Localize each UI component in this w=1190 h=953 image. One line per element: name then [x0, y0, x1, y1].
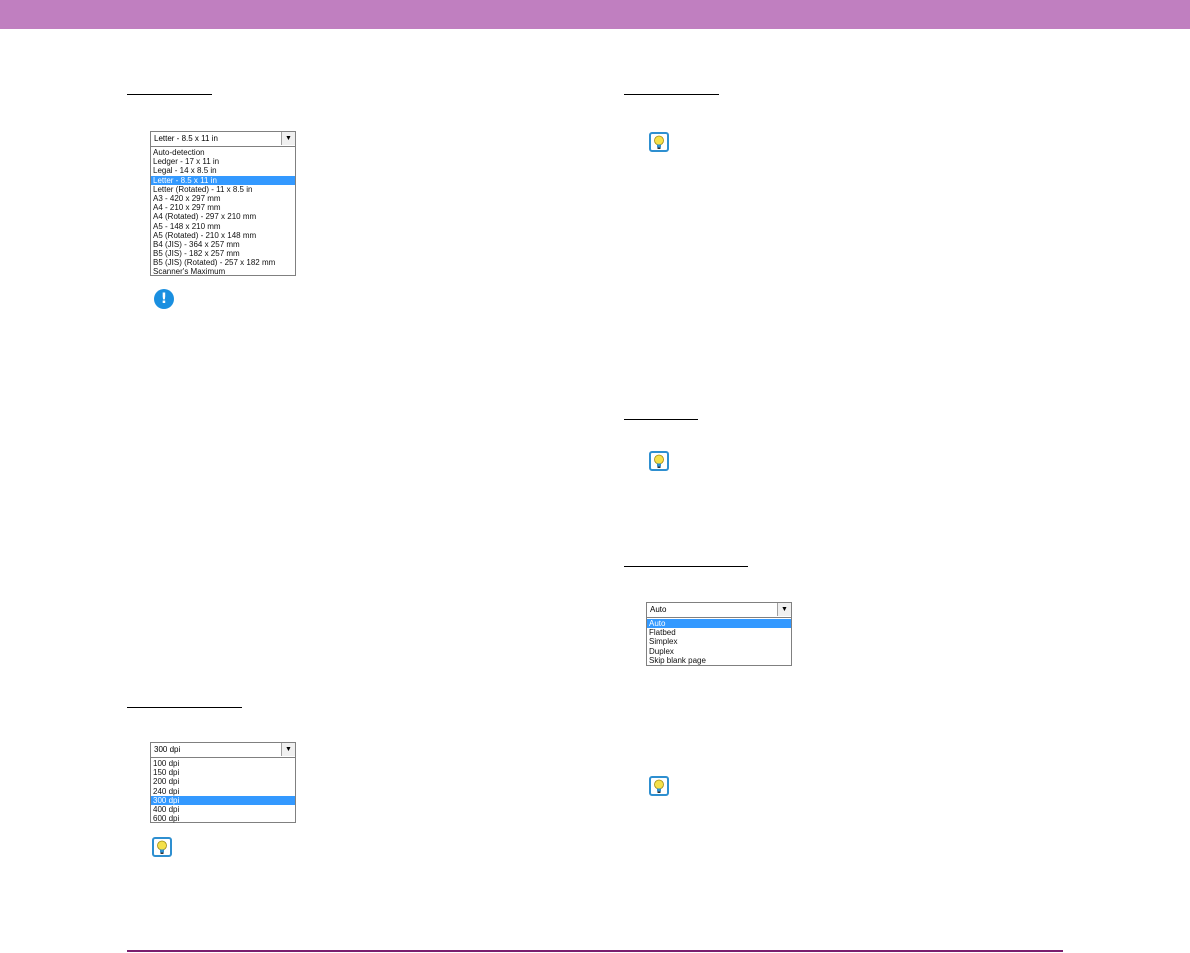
- dropdown-option[interactable]: B5 (JIS) (Rotated) - 257 x 182 mm: [151, 258, 295, 267]
- heading-underline-page-size: [127, 94, 212, 95]
- dropdown-arrow-icon[interactable]: ▼: [281, 743, 295, 756]
- dropdown-option[interactable]: 240 dpi: [151, 787, 295, 796]
- resolution-selected-value: 300 dpi: [154, 745, 181, 754]
- lightbulb-icon: [649, 776, 669, 796]
- dropdown-arrow-icon[interactable]: ▼: [281, 132, 295, 145]
- lightbulb-icon: [152, 837, 172, 857]
- dropdown-option[interactable]: B4 (JIS) - 364 x 257 mm: [151, 240, 295, 249]
- page-size-select[interactable]: Letter - 8.5 x 11 in ▼: [151, 132, 295, 147]
- dropdown-option[interactable]: Legal - 14 x 8.5 in: [151, 166, 295, 175]
- heading-underline-resolution: [127, 707, 242, 708]
- resolution-dropdown[interactable]: 300 dpi ▼ 100 dpi 150 dpi 200 dpi 240 dpi 30…: [150, 742, 296, 823]
- dropdown-option[interactable]: Auto: [647, 619, 791, 629]
- scanning-side-selected-value: Auto: [650, 605, 667, 614]
- page-size-options: Auto-detection Ledger - 17 x 11 in Legal -…: [151, 147, 295, 277]
- heading-underline-right-1: [624, 94, 719, 95]
- dropdown-option[interactable]: Simplex: [647, 637, 791, 646]
- scanning-side-select[interactable]: Auto ▼: [647, 603, 791, 618]
- lightbulb-icon: [649, 132, 669, 152]
- lightbulb-icon: [649, 451, 669, 471]
- dropdown-option[interactable]: A5 (Rotated) - 210 x 148 mm: [151, 231, 295, 240]
- dropdown-option[interactable]: Duplex: [647, 647, 791, 656]
- page-size-dropdown[interactable]: Letter - 8.5 x 11 in ▼ Auto-detection Led…: [150, 131, 296, 276]
- dropdown-option[interactable]: Skip blank page: [647, 656, 791, 665]
- page-size-selected-value: Letter - 8.5 x 11 in: [154, 134, 218, 143]
- dropdown-option[interactable]: A4 (Rotated) - 297 x 210 mm: [151, 212, 295, 221]
- resolution-select[interactable]: 300 dpi ▼: [151, 743, 295, 758]
- header-bar: [0, 0, 1190, 29]
- dropdown-option[interactable]: Letter - 8.5 x 11 in: [151, 175, 295, 185]
- heading-underline-right-2: [624, 419, 698, 420]
- dropdown-option[interactable]: 400 dpi: [151, 805, 295, 814]
- dropdown-option[interactable]: A4 - 210 x 297 mm: [151, 203, 295, 212]
- dropdown-option[interactable]: 150 dpi: [151, 768, 295, 777]
- heading-underline-scanning-side: [624, 566, 748, 567]
- dropdown-option[interactable]: Auto-detection: [151, 148, 295, 157]
- dropdown-option[interactable]: B5 (JIS) - 182 x 257 mm: [151, 249, 295, 258]
- dropdown-option[interactable]: A5 - 148 x 210 mm: [151, 222, 295, 231]
- dropdown-option[interactable]: Flatbed: [647, 628, 791, 637]
- dropdown-option[interactable]: Scanner's Maximum: [151, 267, 295, 276]
- exclamation-icon: !: [154, 289, 174, 309]
- dropdown-option[interactable]: 100 dpi: [151, 759, 295, 768]
- dropdown-option[interactable]: Letter (Rotated) - 11 x 8.5 in: [151, 185, 295, 194]
- dropdown-arrow-icon[interactable]: ▼: [777, 603, 791, 616]
- dropdown-option[interactable]: 600 dpi: [151, 814, 295, 823]
- dropdown-option[interactable]: A3 - 420 x 297 mm: [151, 194, 295, 203]
- scanning-side-dropdown[interactable]: Auto ▼ Auto Flatbed Simplex Duplex Skip blan…: [646, 602, 792, 666]
- dropdown-option[interactable]: 300 dpi: [151, 795, 295, 805]
- resolution-options: 100 dpi 150 dpi 200 dpi 240 dpi 300 dpi 400 d…: [151, 758, 295, 823]
- dropdown-option[interactable]: 200 dpi: [151, 777, 295, 786]
- scanning-side-options: Auto Flatbed Simplex Duplex Skip blank page: [647, 618, 791, 665]
- footer-rule: [127, 950, 1063, 952]
- dropdown-option[interactable]: Ledger - 17 x 11 in: [151, 157, 295, 166]
